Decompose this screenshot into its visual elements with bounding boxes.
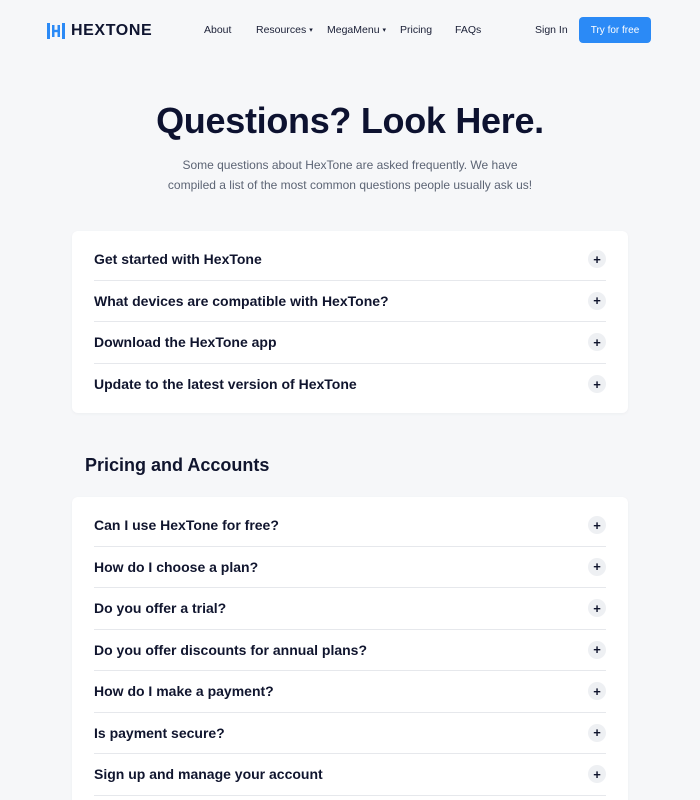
faq-item[interactable]: Sign up and manage your account +: [94, 754, 606, 796]
nav-link-about[interactable]: About: [204, 24, 231, 36]
faq-item[interactable]: Do you offer discounts for annual plans?…: [94, 630, 606, 671]
faq-question: Do you offer discounts for annual plans?: [94, 641, 368, 658]
plus-icon[interactable]: +: [588, 599, 606, 618]
nav-link-label: FAQs: [455, 24, 482, 36]
faq-question: Update to the latest version of HexTone: [94, 376, 357, 393]
faq-card-general: Get started with HexTone + What devices …: [72, 231, 628, 413]
page-title: Questions? Look Here.: [156, 100, 544, 141]
nav-link-label: About: [204, 24, 232, 36]
nav-link-label: Pricing: [400, 24, 433, 36]
plus-icon[interactable]: +: [588, 682, 606, 701]
sign-in-link[interactable]: Sign In: [535, 24, 568, 36]
faq-question: Download the HexTone app: [94, 334, 277, 351]
plus-icon[interactable]: +: [588, 723, 606, 742]
faq-question: Can I use HexTone for free?: [94, 517, 279, 534]
faq-question: What devices are compatible with HexTone…: [94, 292, 389, 309]
nav-link-label: MegaMenu: [327, 24, 380, 36]
plus-icon[interactable]: +: [588, 333, 606, 352]
faq-item[interactable]: Do you offer a trial? +: [94, 588, 606, 630]
nav-link-pricing[interactable]: Pricing: [400, 24, 432, 36]
faq-question: Do you offer a trial?: [94, 600, 227, 617]
nav-link-faqs[interactable]: FAQs: [455, 24, 481, 36]
plus-icon[interactable]: +: [588, 557, 606, 576]
faq-question: Sign up and manage your account: [94, 766, 323, 783]
plus-icon[interactable]: +: [588, 291, 606, 310]
page-subtitle: Some questions about HexTone are asked f…: [167, 158, 533, 192]
plus-icon[interactable]: +: [588, 765, 606, 784]
faq-item[interactable]: What devices are compatible with HexTone…: [94, 281, 606, 322]
plus-icon[interactable]: +: [588, 250, 606, 269]
plus-icon[interactable]: +: [588, 640, 606, 659]
chevron-down-icon: ▾: [309, 27, 313, 34]
plus-icon[interactable]: +: [588, 516, 606, 535]
hextone-logo-icon: [47, 23, 65, 39]
faq-item[interactable]: Update to the latest version of HexTone …: [94, 364, 606, 406]
faq-item[interactable]: How do I make a payment? +: [94, 671, 606, 713]
faq-question: How do I make a payment?: [94, 683, 274, 700]
brand-logo[interactable]: HEXTONE: [46, 20, 152, 42]
try-for-free-button[interactable]: Try for free: [579, 17, 651, 43]
chevron-down-icon: ▾: [382, 27, 387, 34]
plus-icon[interactable]: +: [588, 375, 606, 394]
faq-item[interactable]: Is payment secure? +: [94, 713, 606, 754]
faq-question: How do I choose a plan?: [94, 558, 259, 575]
faq-item[interactable]: Can I use HexTone for free? +: [94, 505, 606, 547]
faq-question: Get started with HexTone: [94, 251, 262, 268]
nav-link-resources[interactable]: Resources ▾: [256, 24, 313, 36]
top-navigation: HEXTONE About Resources ▾ MegaMenu ▾ Pri…: [0, 0, 700, 62]
faq-item[interactable]: How do I choose a plan? +: [94, 547, 606, 588]
nav-link-megamenu[interactable]: MegaMenu ▾: [327, 24, 386, 36]
section-heading-pricing: Pricing and Accounts: [85, 455, 270, 475]
brand-name: HEXTONE: [71, 22, 153, 39]
nav-link-label: Resources: [256, 24, 307, 36]
faq-item[interactable]: Download the HexTone app +: [94, 322, 606, 364]
faq-question: Is payment secure?: [94, 724, 225, 741]
faq-card-pricing: Can I use HexTone for free? + How do I c…: [72, 497, 628, 800]
faq-item[interactable]: Get started with HexTone +: [94, 239, 606, 281]
